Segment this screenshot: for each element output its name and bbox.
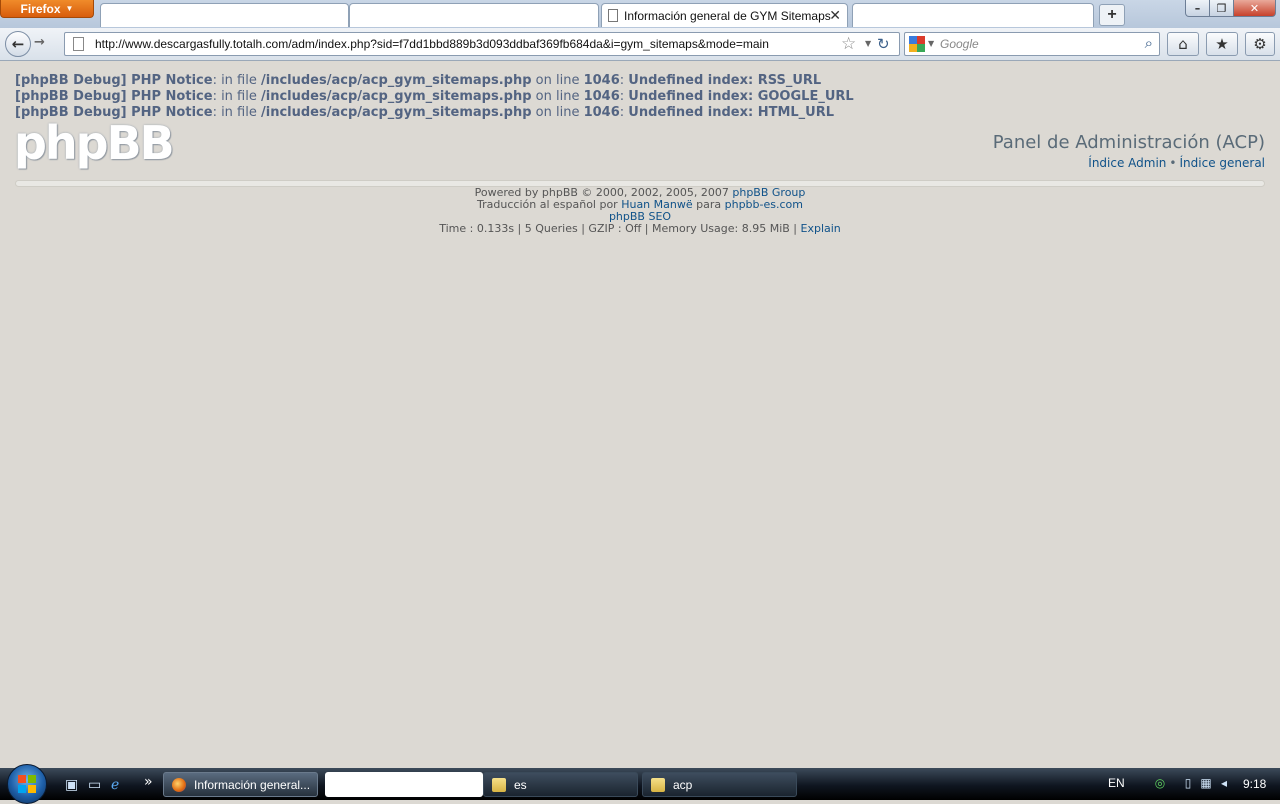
- minimize-button[interactable]: –: [1185, 0, 1210, 17]
- debug-notice-line: [phpBB Debug] PHP Notice: in file /inclu…: [15, 73, 854, 89]
- home-button[interactable]: ⌂: [1167, 32, 1199, 56]
- translation-mid-text: para: [692, 198, 725, 211]
- reload-icon[interactable]: ↻: [877, 35, 890, 53]
- debug-line-number: 1046: [583, 73, 620, 88]
- debug-line-number: 1046: [583, 105, 620, 120]
- debug-on-line: on line: [531, 89, 584, 104]
- bookmark-star-icon[interactable]: ☆: [841, 34, 856, 54]
- search-bar[interactable]: ▼ Google ⌕: [904, 32, 1160, 56]
- browser-titlebar: Firefox ▼ Información general de GYM Sit…: [0, 0, 1280, 28]
- windows-logo-icon: [18, 775, 36, 793]
- chevron-down-icon: ▼: [65, 4, 74, 13]
- start-button[interactable]: [7, 764, 47, 804]
- debug-notices: [phpBB Debug] PHP Notice: in file /inclu…: [15, 73, 854, 121]
- back-button[interactable]: ←: [5, 31, 31, 57]
- link-separator: •: [1169, 156, 1177, 170]
- taskbar-firefox-label: Información general...: [194, 777, 311, 792]
- language-indicator[interactable]: EN: [1108, 776, 1125, 790]
- tab-active[interactable]: Información general de GYM Sitemaps ✕: [601, 3, 848, 27]
- switch-windows-icon[interactable]: ▭: [88, 777, 101, 793]
- new-tab-button[interactable]: +: [1099, 4, 1125, 26]
- back-forward-group: ← →: [5, 31, 57, 57]
- phpbb-es-link[interactable]: phpbb-es.com: [725, 198, 803, 211]
- plus-icon: +: [1107, 6, 1117, 23]
- debug-stats-text: Time : 0.133s | 5 Queries | GZIP : Off |…: [439, 222, 801, 235]
- tab-blank-2[interactable]: [349, 3, 599, 27]
- folder-icon: [492, 777, 506, 792]
- search-icon[interactable]: ⌕: [1145, 34, 1153, 52]
- debug-on-line: on line: [531, 73, 584, 88]
- debug-prefix: [phpBB Debug] PHP Notice: [15, 89, 213, 104]
- debug-in-file: : in file: [212, 105, 261, 120]
- gear-icon: ⚙: [1253, 35, 1267, 53]
- quicklaunch-more-icon[interactable]: »: [144, 774, 153, 790]
- stats-line: Time : 0.133s | 5 Queries | GZIP : Off |…: [0, 223, 1280, 235]
- bookmarks-icon: ★: [1215, 35, 1229, 53]
- page-title: Panel de Administración (ACP): [992, 132, 1265, 153]
- url-bar[interactable]: http://www.descargasfully.totalh.com/adm…: [64, 32, 900, 56]
- debug-file: /includes/acp/acp_gym_sitemaps.php: [261, 105, 532, 120]
- debug-on-line: on line: [531, 105, 584, 120]
- tab-blank-1[interactable]: [100, 3, 349, 27]
- bookmarks-button[interactable]: ★: [1206, 32, 1238, 56]
- navigation-toolbar: ← → http://www.descargasfully.totalh.com…: [0, 28, 1280, 61]
- debug-file: /includes/acp/acp_gym_sitemaps.php: [261, 89, 532, 104]
- close-window-button[interactable]: ✕: [1233, 0, 1276, 17]
- debug-in-file: : in file: [212, 73, 261, 88]
- general-index-link[interactable]: Índice general: [1180, 156, 1266, 170]
- clock[interactable]: 9:18: [1243, 777, 1266, 791]
- debug-message: Undefined index: RSS_URL: [628, 73, 822, 88]
- taskbar-acp-folder[interactable]: acp: [642, 772, 797, 797]
- firefox-menu-label: Firefox: [20, 1, 61, 16]
- page-icon: [73, 37, 84, 51]
- debug-in-file: : in file: [212, 89, 261, 104]
- debug-file: /includes/acp/acp_gym_sitemaps.php: [261, 73, 532, 88]
- search-engine-dropdown-icon[interactable]: ▼: [928, 39, 934, 48]
- debug-notice-line: [phpBB Debug] PHP Notice: in file /inclu…: [15, 89, 854, 105]
- explain-link[interactable]: Explain: [801, 222, 841, 235]
- tray-volume-icon[interactable]: ◂: [1217, 776, 1231, 790]
- settings-button[interactable]: ⚙: [1245, 32, 1275, 56]
- tab-title: Información general de GYM Sitemaps: [624, 8, 831, 23]
- tray-app-icon[interactable]: ◎: [1153, 776, 1167, 790]
- google-icon[interactable]: [909, 36, 925, 52]
- taskbar-es-label: es: [514, 777, 527, 792]
- debug-line-number: 1046: [583, 89, 620, 104]
- debug-prefix: [phpBB Debug] PHP Notice: [15, 73, 213, 88]
- debug-message: Undefined index: GOOGLE_URL: [628, 89, 854, 104]
- folder-icon: [651, 777, 665, 792]
- taskbar-blank-window[interactable]: [325, 772, 483, 797]
- history-dropdown-icon[interactable]: ▼: [865, 39, 871, 48]
- taskbar-es-folder[interactable]: es: [483, 772, 638, 797]
- home-icon: ⌂: [1178, 35, 1188, 53]
- maximize-button[interactable]: ❐: [1209, 0, 1234, 17]
- forward-button[interactable]: →: [34, 35, 45, 50]
- page-icon: [608, 9, 618, 22]
- taskbar-acp-label: acp: [673, 777, 693, 792]
- url-text[interactable]: http://www.descargasfully.totalh.com/adm…: [95, 37, 769, 51]
- translation-text: Traducción al español por: [477, 198, 622, 211]
- firefox-icon: [172, 777, 186, 792]
- windows-taskbar: ▣ ▭ ℯ » Información general... es acp EN…: [0, 764, 1280, 804]
- page-footer: Powered by phpBB © 2000, 2002, 2005, 200…: [0, 187, 1280, 235]
- admin-index-link[interactable]: Índice Admin: [1088, 156, 1166, 170]
- firefox-menu-button[interactable]: Firefox ▼: [0, 0, 94, 18]
- tray-network-icon[interactable]: ▦: [1199, 776, 1213, 790]
- tab-blank-3[interactable]: [852, 3, 1094, 27]
- header-links: Índice Admin • Índice general: [1088, 156, 1265, 170]
- close-tab-icon[interactable]: ✕: [829, 7, 841, 24]
- show-desktop-icon[interactable]: ▣: [65, 777, 78, 793]
- search-placeholder: Google: [940, 37, 979, 51]
- tray-safely-remove-icon[interactable]: ▯: [1181, 776, 1195, 790]
- debug-message: Undefined index: HTML_URL: [628, 105, 835, 120]
- phpbb-logo[interactable]: phpBB: [14, 116, 175, 170]
- taskbar-firefox-window[interactable]: Información general...: [163, 772, 318, 797]
- internet-explorer-icon[interactable]: ℯ: [111, 777, 119, 793]
